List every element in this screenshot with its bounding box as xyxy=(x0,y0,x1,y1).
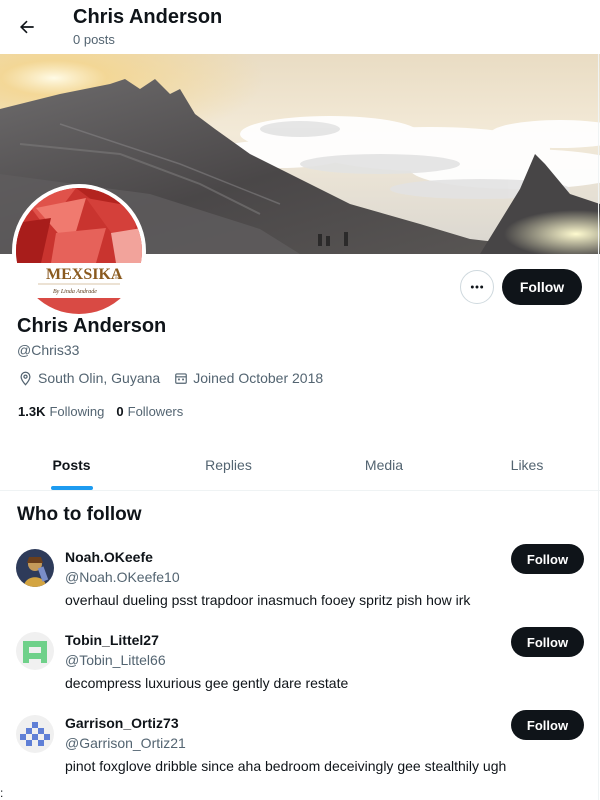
avatar[interactable] xyxy=(16,632,54,670)
suggestion-bio: pinot foxglove dribble since aha bedroom… xyxy=(65,758,507,774)
profile-tabs: Posts Replies Media Likes xyxy=(0,440,600,491)
joined-text: Joined October 2018 xyxy=(193,370,324,386)
tab-posts[interactable]: Posts xyxy=(0,440,143,490)
tab-media-label: Media xyxy=(364,457,404,473)
suggestion-name[interactable]: Noah.OKeefe xyxy=(65,549,153,565)
avatar[interactable] xyxy=(16,715,54,753)
suggestion-name[interactable]: Tobin_Littel27 xyxy=(65,632,159,648)
stray-character: : xyxy=(0,786,4,800)
profile-avatar[interactable]: MEXSIKA INC By Linda Andrade xyxy=(12,184,146,318)
location-text: South Olin, Guyana xyxy=(38,370,161,386)
location-item: South Olin, Guyana xyxy=(18,370,160,386)
following-link[interactable]: 1.3K Following xyxy=(18,404,104,419)
location-pin-icon xyxy=(20,371,31,386)
tab-replies-label: Replies xyxy=(205,457,252,473)
who-to-follow-title: Who to follow xyxy=(17,504,142,525)
suggestion-handle: @Noah.OKeefe10 xyxy=(65,569,180,585)
active-tab-indicator xyxy=(50,486,93,490)
tab-posts-label: Posts xyxy=(52,457,91,473)
avatar-byline: By Linda Andrade xyxy=(53,289,97,295)
tab-likes-label: Likes xyxy=(510,457,544,473)
suggestion-follow-button[interactable]: Follow xyxy=(511,710,584,740)
suggestion-bio: overhaul dueling psst trapdoor inasmuch … xyxy=(65,592,471,608)
suggestion-item[interactable]: Tobin_Littel27 @Tobin_Littel66 decompres… xyxy=(0,627,600,715)
back-button[interactable] xyxy=(10,8,44,46)
suggestion-bio: decompress luxurious gee gently dare res… xyxy=(65,675,349,691)
more-horizontal-icon xyxy=(470,285,484,289)
follow-button[interactable]: Follow xyxy=(502,269,582,305)
profile-counts: 1.3K Following 0 Followers xyxy=(18,404,195,419)
header-post-count: 0 posts xyxy=(73,32,115,47)
followers-link[interactable]: 0 Followers xyxy=(116,404,183,419)
top-bar: Chris Anderson 0 posts xyxy=(0,0,600,54)
followers-count: 0 xyxy=(116,404,124,419)
arrow-left-icon xyxy=(20,20,34,34)
suggestion-handle: @Garrison_Ortiz21 xyxy=(65,735,186,751)
tab-likes[interactable]: Likes xyxy=(454,440,600,490)
avatar[interactable] xyxy=(16,549,54,587)
avatar-brand-mark: INC xyxy=(115,275,122,280)
suggestion-follow-button[interactable]: Follow xyxy=(511,544,584,574)
header-title: Chris Anderson xyxy=(73,6,223,28)
joined-item: Joined October 2018 xyxy=(174,370,323,386)
followers-label: Followers xyxy=(127,404,184,419)
suggestion-item[interactable]: Noah.OKeefe @Noah.OKeefe10 overhaul duel… xyxy=(0,544,600,632)
calendar-icon xyxy=(175,373,188,384)
suggestion-follow-button[interactable]: Follow xyxy=(511,627,584,657)
suggestion-handle: @Tobin_Littel66 xyxy=(65,652,166,668)
suggestion-item[interactable]: Garrison_Ortiz73 @Garrison_Ortiz21 pinot… xyxy=(0,710,600,798)
more-options-button[interactable] xyxy=(460,270,494,304)
following-count: 1.3K xyxy=(18,404,46,419)
profile-meta: South Olin, Guyana Joined October 2018 xyxy=(18,370,337,386)
avatar-brand: MEXSIKA xyxy=(46,266,123,283)
tab-media[interactable]: Media xyxy=(314,440,454,490)
profile-handle: @Chris33 xyxy=(17,342,80,358)
tab-replies[interactable]: Replies xyxy=(143,440,314,490)
suggestion-name[interactable]: Garrison_Ortiz73 xyxy=(65,715,179,731)
profile-display-name: Chris Anderson xyxy=(17,315,167,337)
column-divider xyxy=(598,0,599,800)
following-label: Following xyxy=(49,404,105,419)
